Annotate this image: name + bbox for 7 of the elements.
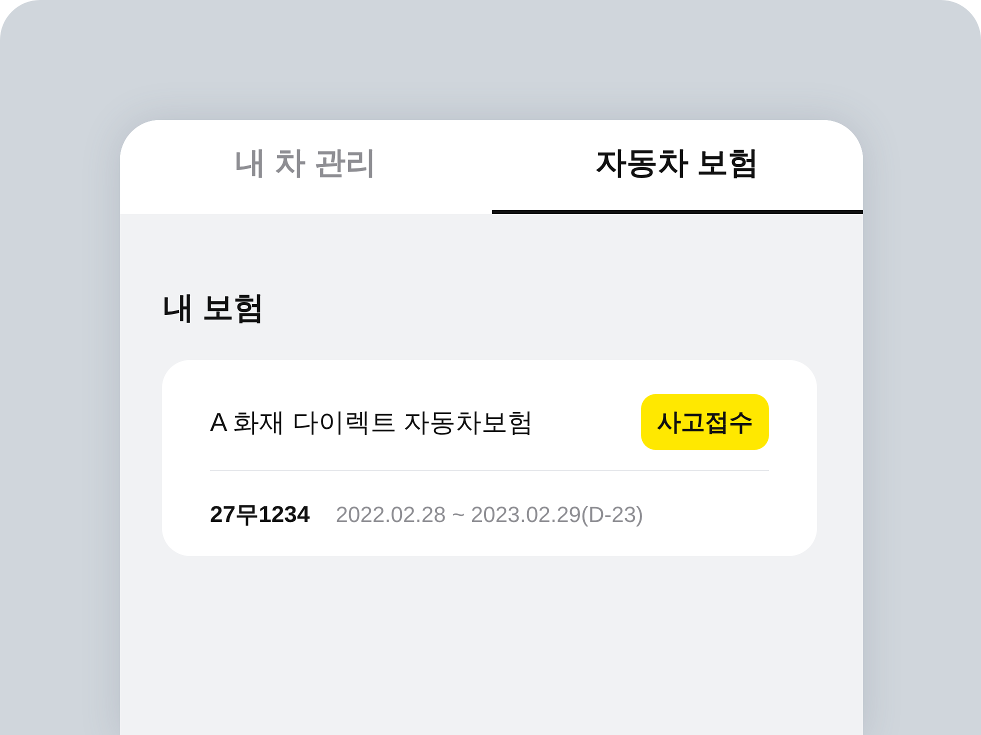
insurance-card[interactable]: A 화재 다이렉트 자동차보험 사고접수 27무1234 2022.02.28 ~ 2023.02.29(D-23) [162, 360, 817, 556]
coverage-period: 2022.02.28 ~ 2023.02.29(D-23) [336, 502, 644, 528]
accident-report-button[interactable]: 사고접수 [641, 394, 769, 450]
section-title: 내 보험 [163, 289, 266, 327]
insurance-name: A 화재 다이렉트 자동차보험 [210, 406, 534, 438]
plate-number: 27무1234 [210, 500, 310, 529]
tab[interactable]: 자동차 보험 [492, 120, 863, 214]
